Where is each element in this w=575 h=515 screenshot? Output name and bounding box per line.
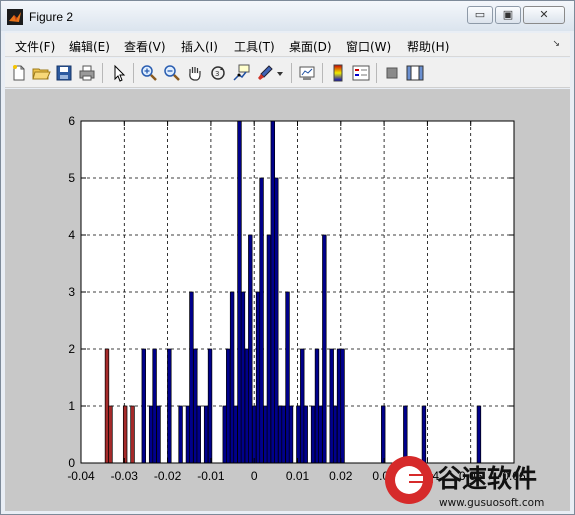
new-file-icon[interactable] xyxy=(9,63,29,83)
watermark-url: www.gusuosoft.com xyxy=(439,497,544,509)
brush-icon[interactable] xyxy=(255,63,275,83)
histogram-bar xyxy=(207,348,213,464)
pointer-icon[interactable] xyxy=(109,63,129,83)
histogram-bar xyxy=(259,177,264,464)
histogram-bar xyxy=(240,291,246,464)
matlab-logo-icon xyxy=(7,9,23,25)
histogram-bar xyxy=(122,405,128,464)
histogram-bar xyxy=(266,234,272,464)
histogram-bar xyxy=(130,405,135,464)
x-tick-label: 0 xyxy=(251,469,258,483)
figure-toolbar: 3 xyxy=(5,58,570,88)
print-icon[interactable] xyxy=(77,63,97,83)
histogram-bar xyxy=(156,405,161,464)
data-cursor-icon[interactable] xyxy=(231,63,251,83)
zoom-in-icon[interactable] xyxy=(139,63,159,83)
x-tick-label: -0.03 xyxy=(111,469,139,483)
y-tick-label: 3 xyxy=(68,285,75,299)
y-tick-label: 2 xyxy=(68,342,75,356)
toolbar-separator xyxy=(133,63,134,83)
show-plot-tools-icon[interactable] xyxy=(405,63,425,83)
save-icon[interactable] xyxy=(54,63,74,83)
legend-icon[interactable] xyxy=(351,63,371,83)
colorbar-icon[interactable] xyxy=(328,63,348,83)
menu-edit[interactable]: 编辑(E) xyxy=(69,38,110,55)
histogram-bar xyxy=(203,405,209,464)
histogram-bar xyxy=(322,234,327,464)
figure-canvas: -0.04-0.03-0.02-0.0100.010.020.030.040.0… xyxy=(5,89,570,511)
menu-tools[interactable]: 工具(T) xyxy=(234,38,275,55)
close-icon: ✕ xyxy=(539,8,549,21)
minimize-button[interactable]: ▭ xyxy=(467,6,493,24)
histogram-bar xyxy=(178,405,183,464)
histogram-bar xyxy=(310,405,316,464)
brush-dropdown-icon[interactable] xyxy=(275,63,285,83)
histogram-bar xyxy=(226,348,231,464)
svg-text:3: 3 xyxy=(215,70,219,78)
histogram-bar xyxy=(152,348,157,464)
link-plot-icon[interactable] xyxy=(297,63,317,83)
figure-window: Figure 2 ▭ ▣ ✕ 文件(F) 编辑(E) 查看(V) 插入(I) 工… xyxy=(0,0,575,515)
window-title: Figure 2 xyxy=(29,10,74,24)
histogram-bar xyxy=(274,177,279,464)
histogram-bar xyxy=(296,405,301,464)
histogram-bar xyxy=(340,348,345,464)
toolbar-separator xyxy=(102,63,103,83)
histogram-bar xyxy=(288,405,294,464)
toolbar-separator xyxy=(322,63,323,83)
histogram-bar xyxy=(196,405,201,464)
close-button[interactable]: ✕ xyxy=(523,6,565,24)
y-tick-label: 0 xyxy=(68,456,75,470)
menu-window[interactable]: 窗口(W) xyxy=(346,38,391,55)
y-tick-label: 1 xyxy=(68,399,75,413)
toolbar-separator xyxy=(376,63,377,83)
menu-desktop[interactable]: 桌面(D) xyxy=(289,38,332,55)
watermark: 谷速软件 www.gusuosoft.com xyxy=(385,456,544,509)
minimize-icon: ▭ xyxy=(474,8,486,21)
menu-dock-icon[interactable]: ↘ xyxy=(552,39,560,49)
open-folder-icon[interactable] xyxy=(31,63,51,83)
x-tick-label: -0.01 xyxy=(197,469,225,483)
maximize-button[interactable]: ▣ xyxy=(495,6,521,24)
x-tick-label: -0.02 xyxy=(154,469,182,483)
title-bar[interactable]: Figure 2 ▭ ▣ ✕ xyxy=(1,1,574,31)
x-tick-label: -0.04 xyxy=(67,469,95,483)
histogram-bar xyxy=(233,405,238,464)
histogram-bar xyxy=(189,291,194,464)
histogram-bar xyxy=(252,405,257,464)
y-tick-label: 5 xyxy=(68,171,75,185)
menu-file[interactable]: 文件(F) xyxy=(15,38,55,55)
histogram-bar xyxy=(108,405,113,464)
histogram-bar xyxy=(167,348,172,464)
histogram-bar xyxy=(303,405,308,464)
x-tick-label: 0.01 xyxy=(286,469,310,483)
x-tick-label: 0.02 xyxy=(329,469,353,483)
histogram-bar xyxy=(248,234,253,464)
histogram-bar xyxy=(332,405,338,464)
histogram-chart[interactable]: -0.04-0.03-0.02-0.0100.010.020.030.040.0… xyxy=(5,89,570,511)
toolbar-separator xyxy=(291,63,292,83)
menu-bar: 文件(F) 编辑(E) 查看(V) 插入(I) 工具(T) 桌面(D) 窗口(W… xyxy=(5,33,570,57)
watermark-logo-text: 谷速软件 xyxy=(437,464,537,493)
restore-icon: ▣ xyxy=(502,8,514,21)
histogram-bar xyxy=(281,405,286,464)
menu-view[interactable]: 查看(V) xyxy=(124,38,166,55)
hide-plot-tools-icon[interactable] xyxy=(382,63,402,83)
zoom-out-icon[interactable] xyxy=(162,63,182,83)
y-tick-label: 4 xyxy=(68,228,75,242)
pan-hand-icon[interactable] xyxy=(185,63,205,83)
rotate-3d-icon[interactable]: 3 xyxy=(208,63,228,83)
menu-help[interactable]: 帮助(H) xyxy=(407,38,449,55)
menu-insert[interactable]: 插入(I) xyxy=(181,38,218,55)
y-tick-label: 6 xyxy=(68,114,75,128)
histogram-bar xyxy=(318,405,323,464)
histogram-bar xyxy=(141,348,146,464)
